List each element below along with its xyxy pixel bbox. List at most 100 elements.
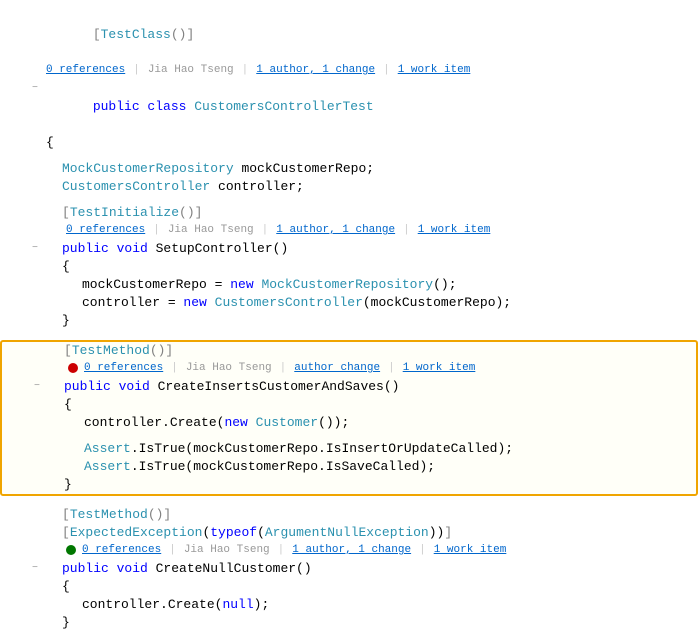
field-assign2: controller =	[82, 295, 183, 310]
attr-bracket: [	[93, 27, 101, 42]
line-testclass-meta: 0 references | Jia Hao Tseng | 1 author,…	[0, 62, 698, 80]
attr-paren: ()	[171, 27, 187, 42]
type-assert1: Assert	[84, 441, 131, 456]
line-testinitialize-meta: 0 references | Jia Hao Tseng | 1 author,…	[0, 222, 698, 240]
method-createnull: CreateNullCustomer()	[156, 561, 312, 576]
kw-class: class	[147, 99, 194, 114]
kw-new3: new	[224, 415, 255, 430]
tm1-attr-name: TestMethod	[72, 343, 150, 358]
collapse-createnull[interactable]: −	[28, 560, 42, 578]
line-open-brace-class: {	[0, 134, 698, 152]
assert1-call: .IsTrue(mockCustomerRepo.IsInsertOrUpdat…	[131, 441, 513, 456]
line-testmethod2-meta: 0 references | Jia Hao Tseng | 1 author,…	[0, 542, 698, 560]
type-ctrl2: CustomersController	[215, 295, 363, 310]
code-lens-tm1: 0 references | Jia Hao Tseng | author ch…	[44, 360, 475, 376]
line-setup-close: }	[0, 312, 698, 330]
change-ti[interactable]: 1 author, 1 change	[276, 222, 395, 238]
kw-new1: new	[230, 277, 261, 292]
creates-stmt1: controller.Create(	[84, 415, 224, 430]
tm2-attr-close: ()]	[148, 507, 171, 522]
exc-attr-open: [	[62, 525, 70, 540]
line-testmethod1-attr: [TestMethod()]	[2, 342, 696, 360]
collapse-class[interactable]: −	[28, 80, 42, 98]
change-tm2[interactable]: 1 author, 1 change	[292, 542, 411, 558]
line-testmethod1-meta: 0 references | Jia Hao Tseng | author ch…	[2, 360, 696, 378]
line-setup-body1: mockCustomerRepo = new MockCustomerRepos…	[0, 276, 698, 294]
collapse-setup[interactable]: −	[28, 240, 42, 258]
tm1-attr-close: ()]	[150, 343, 173, 358]
kw-public4: public	[62, 561, 117, 576]
highlighted-method-block: [TestMethod()] 0 references | Jia Hao Ts…	[0, 340, 698, 496]
line-createnull-open: {	[0, 578, 698, 596]
workitem-tm2[interactable]: 1 work item	[434, 542, 507, 558]
brace-setup-open: {	[62, 259, 70, 274]
type-customer: Customer	[256, 415, 318, 430]
line-field2: CustomersController controller;	[0, 178, 698, 196]
brace-cn-close: }	[62, 615, 70, 630]
kw-void2: void	[119, 379, 158, 394]
ok-indicator	[66, 545, 76, 555]
ti-attr: [	[62, 205, 70, 220]
kw-null: null	[222, 597, 253, 612]
line-setup-body2: controller = new CustomersController(moc…	[0, 294, 698, 312]
kw-typeof: typeof	[210, 525, 257, 540]
ti-attr-name: TestInitialize	[70, 205, 179, 220]
type-assert2: Assert	[84, 459, 131, 474]
code-lens-testinitialize: 0 references | Jia Hao Tseng | 1 author,…	[42, 222, 490, 238]
change-tm1[interactable]: author change	[294, 360, 380, 376]
tm2-attr-name: TestMethod	[70, 507, 148, 522]
kw-public: public	[93, 99, 148, 114]
type-mockrepo2: MockCustomerRepository	[261, 277, 433, 292]
line-testclass-attr: [TestClass()]	[0, 8, 698, 62]
author-tm1: Jia Hao Tseng	[186, 360, 272, 376]
kw-public2: public	[62, 241, 117, 256]
type-argexc: ArgumentNullException	[265, 525, 429, 540]
exc-attr-args: (	[202, 525, 210, 540]
workitem-tm1[interactable]: 1 work item	[403, 360, 476, 376]
exc-attr-name: ExpectedException	[70, 525, 203, 540]
cn-stmt-end: );	[254, 597, 270, 612]
creates-stmt1-end: ());	[318, 415, 349, 430]
line-creates-body2: Assert.IsTrue(mockCustomerRepo.IsInsertO…	[2, 440, 696, 458]
tm2-attr-open: [	[62, 507, 70, 522]
ref-count-testclass[interactable]: 0 references	[46, 62, 125, 78]
attr-close: ]	[186, 27, 194, 42]
assert2-call: .IsTrue(mockCustomerRepo.IsSaveCalled);	[131, 459, 435, 474]
collapse-creates[interactable]: −	[30, 378, 44, 396]
code-lens-tm2: 0 references | Jia Hao Tseng | 1 author,…	[42, 542, 506, 558]
ref-count-ti[interactable]: 0 references	[66, 222, 145, 238]
line-creates-decl: − public void CreateInsertsCustomerAndSa…	[2, 378, 696, 396]
exc-attr-bracket-close: ]	[444, 525, 452, 540]
line-creates-body1: controller.Create(new Customer());	[2, 414, 696, 432]
ref-count-tm2[interactable]: 0 references	[82, 542, 161, 558]
method-setup: SetupController()	[156, 241, 289, 256]
ctor2-paren: (mockCustomerRepo);	[363, 295, 511, 310]
brace-creates-close: }	[64, 477, 72, 492]
line-setup-open: {	[0, 258, 698, 276]
brace-setup-close: }	[62, 313, 70, 328]
line-creates-body3: Assert.IsTrue(mockCustomerRepo.IsSaveCal…	[2, 458, 696, 476]
line-setup-decl: − public void SetupController()	[0, 240, 698, 258]
line-createnull-body: controller.Create(null);	[0, 596, 698, 614]
author-ti: Jia Hao Tseng	[168, 222, 254, 238]
cn-stmt: controller.Create(	[82, 597, 222, 612]
brace-creates-open: {	[64, 397, 72, 412]
workitem-ti[interactable]: 1 work item	[418, 222, 491, 238]
exc-attr-args2: (	[257, 525, 265, 540]
open-brace: {	[46, 135, 54, 150]
field-name1: mockCustomerRepo;	[234, 161, 374, 176]
ref-count-tm1[interactable]: 0 references	[84, 360, 163, 376]
class-name: CustomersControllerTest	[194, 99, 373, 114]
ti-attr-paren: ()]	[179, 205, 202, 220]
author-testclass: Jia Hao Tseng	[148, 62, 234, 78]
exc-attr-close: ))	[429, 525, 445, 540]
author-tm2: Jia Hao Tseng	[184, 542, 270, 558]
tm1-attr-open: [	[64, 343, 72, 358]
work-item-testclass[interactable]: 1 work item	[398, 62, 471, 78]
change-count-testclass[interactable]: 1 author, 1 change	[256, 62, 375, 78]
line-createnull-decl: − public void CreateNullCustomer()	[0, 560, 698, 578]
error-indicator	[68, 363, 78, 373]
attr-name: TestClass	[101, 27, 171, 42]
line-testinitialize-attr: [TestInitialize()]	[0, 204, 698, 222]
field-assign1: mockCustomerRepo =	[82, 277, 230, 292]
